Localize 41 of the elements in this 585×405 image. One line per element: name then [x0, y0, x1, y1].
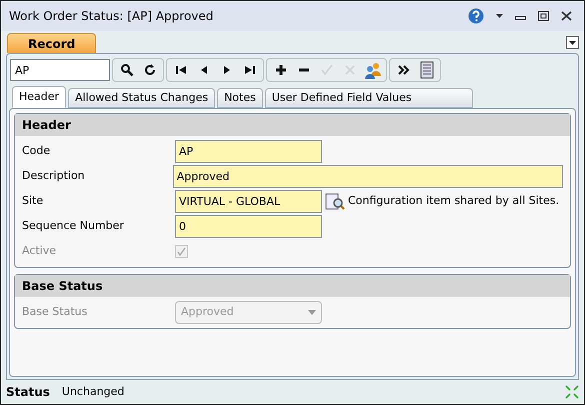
tab[interactable]: User Defined Field Values [264, 88, 473, 108]
refresh-icon [142, 63, 156, 77]
field-label: Site [22, 193, 44, 210]
search-icon [120, 63, 134, 77]
document-search-icon [325, 192, 345, 210]
tab[interactable]: Header [12, 86, 66, 108]
field-label: Sequence Number [22, 218, 125, 234]
search-field[interactable]: AP [10, 59, 110, 81]
field-label: Active [22, 243, 58, 260]
first-icon [174, 63, 188, 77]
x-icon [342, 63, 356, 77]
dropdown-icon[interactable] [566, 36, 579, 49]
section-title: Header [22, 117, 71, 134]
text-field[interactable]: Approved [172, 165, 563, 188]
list-icon [420, 61, 434, 79]
close-icon[interactable] [561, 11, 572, 21]
users-button[interactable] [362, 60, 383, 80]
status-label: Status [6, 384, 50, 401]
tab[interactable]: Allowed Status Changes [68, 88, 216, 108]
text-field[interactable]: VIRTUAL - GLOBAL [175, 190, 322, 213]
field-label: Code [22, 143, 52, 160]
section-title: Base Status [22, 278, 103, 295]
tab[interactable]: Notes [217, 88, 263, 108]
plus-icon [274, 63, 288, 77]
field-label: Description [22, 168, 86, 184]
restore-icon[interactable] [538, 11, 549, 21]
record-tab[interactable]: Record [7, 33, 96, 53]
status-value: Unchanged [62, 384, 126, 400]
site-note: Configuration item shared by all Sites. [348, 193, 560, 210]
help-icon[interactable] [468, 8, 484, 24]
field-label: Base Status [22, 304, 88, 320]
window-title: Work Order Status: [AP] Approved [9, 8, 214, 25]
expand-icon[interactable] [565, 385, 579, 399]
users-icon [364, 61, 382, 79]
text-field[interactable]: AP [175, 140, 322, 163]
check-icon [320, 63, 334, 77]
caret-icon[interactable] [496, 14, 503, 18]
double-chevron-icon [396, 63, 410, 77]
caret-icon [308, 310, 316, 315]
last-icon [242, 63, 256, 77]
text-field[interactable]: 0 [175, 215, 322, 238]
